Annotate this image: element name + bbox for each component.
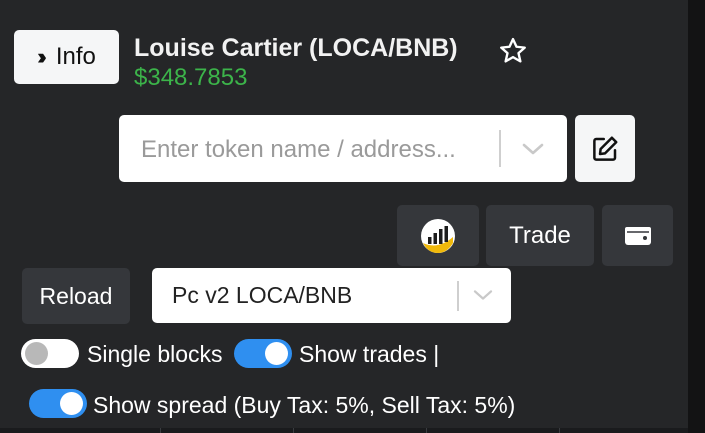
chevron-down-icon[interactable] — [521, 140, 545, 158]
info-button[interactable]: ›› Info — [14, 30, 119, 84]
chart-area-top-edge — [0, 428, 688, 433]
reload-button-label: Reload — [39, 282, 113, 309]
show-spread-toggle[interactable] — [29, 389, 87, 418]
token-price: $348.7853 — [134, 64, 248, 91]
search-separator — [499, 130, 501, 167]
token-search[interactable] — [119, 115, 567, 184]
wallet-button[interactable] — [602, 205, 673, 266]
edit-button[interactable] — [575, 115, 635, 182]
single-blocks-label: Single blocks — [87, 341, 223, 367]
edit-icon — [593, 136, 618, 161]
token-title: Louise Cartier (LOCA/BNB) — [134, 34, 458, 62]
show-trades-toggle[interactable] — [234, 339, 292, 368]
trade-button-label: Trade — [509, 221, 571, 249]
pair-select-separator — [457, 281, 459, 311]
token-search-input[interactable] — [139, 115, 503, 184]
toggle-knob — [60, 392, 83, 415]
star-outline-icon[interactable] — [498, 36, 528, 66]
reload-button[interactable]: Reload — [22, 268, 130, 324]
vertical-scrollbar[interactable] — [688, 0, 705, 433]
chevron-down-icon[interactable] — [472, 287, 494, 303]
show-spread-label: Show spread (Buy Tax: 5%, Sell Tax: 5%) — [93, 392, 516, 418]
show-trades-label: Show trades | — [299, 341, 440, 367]
trade-button[interactable]: Trade — [486, 205, 594, 266]
info-button-label: Info — [55, 43, 96, 70]
toggle-knob — [25, 342, 48, 365]
chart-logo-icon — [421, 218, 455, 253]
wallet-icon — [624, 226, 651, 245]
double-chevron-right-icon: ›› — [37, 44, 46, 69]
toggle-knob — [265, 342, 288, 365]
pair-select[interactable]: Pc v2 LOCA/BNB — [152, 268, 511, 323]
pair-select-value: Pc v2 LOCA/BNB — [172, 282, 353, 308]
chart-button[interactable] — [397, 205, 479, 266]
single-blocks-toggle[interactable] — [21, 339, 79, 368]
